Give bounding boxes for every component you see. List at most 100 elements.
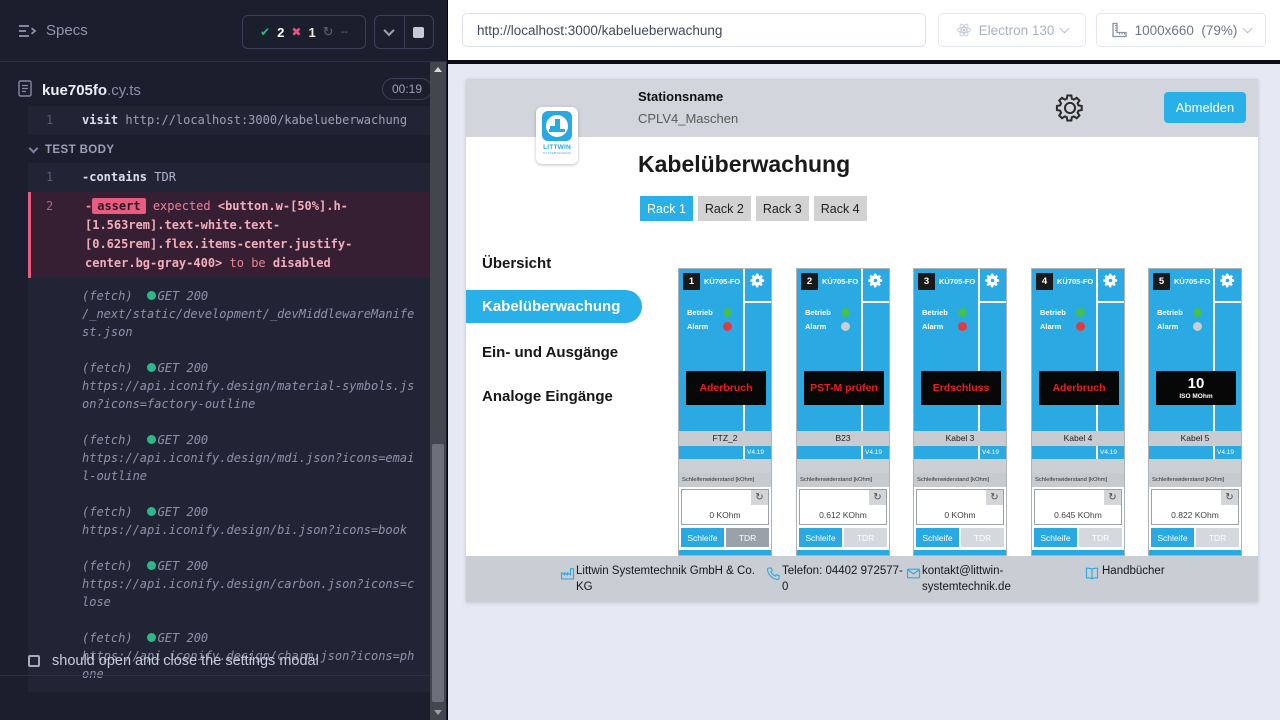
command-log: 1 visit http://localhost:3000/kabelueber…: [0, 106, 430, 692]
tab-rack-3[interactable]: Rack 3: [756, 196, 809, 221]
contact-email[interactable]: kontakt@littwin-systemtechnik.de: [922, 563, 1030, 595]
device-model: KÜ705-FO: [704, 277, 740, 286]
tab-rack-2[interactable]: Rack 2: [698, 196, 751, 221]
alarm-led: [723, 322, 732, 331]
phone-number: Telefon: 04402 972577-0: [782, 563, 904, 595]
alarm-led: [1076, 322, 1085, 331]
tdr-button-disabled[interactable]: TDR: [1196, 528, 1239, 547]
sidebar-item-kabelueberwachung[interactable]: Kabelüberwachung: [466, 290, 642, 323]
passed-icon: ✔: [260, 25, 270, 39]
network-log-row[interactable]: (fetch)GET 200 /_next/static/development…: [28, 278, 430, 350]
card-settings-icon[interactable]: [1219, 272, 1236, 289]
card-settings-icon[interactable]: [984, 272, 1001, 289]
schleife-button[interactable]: Schleife: [916, 528, 959, 547]
command-contains[interactable]: 1 -contains TDR: [28, 163, 430, 192]
test-body-header[interactable]: TEST BODY: [30, 144, 430, 156]
cable-name: Kabel 5: [1149, 431, 1241, 446]
tab-rack-1[interactable]: Rack 1: [640, 196, 693, 221]
sidebar-item-analoge-eingaenge[interactable]: Analoge Eingänge: [482, 388, 613, 405]
factory-icon: [560, 566, 575, 586]
refresh-icon[interactable]: ↻: [1104, 490, 1121, 505]
resistance-value: 0.822 KOhm: [1152, 510, 1238, 520]
betrieb-led: [1076, 308, 1085, 317]
url-toolbar: Electron 130 1000x660 (79%): [448, 0, 1280, 60]
failed-icon: ✖: [291, 25, 301, 39]
manuals-link[interactable]: Handbücher: [1102, 563, 1165, 579]
tdr-button-disabled[interactable]: TDR: [1079, 528, 1122, 547]
url-input[interactable]: [462, 13, 926, 47]
chevron-down-icon: [1060, 24, 1070, 34]
cypress-reporter-panel: Specs ✔ 2 ✖ 1 ↻ -- kue705fo.cy.ts 00:19: [0, 0, 448, 720]
slot-number: 4: [1036, 273, 1053, 290]
fetch-label: (fetch): [82, 559, 133, 573]
betrieb-led: [1193, 308, 1202, 317]
card-settings-icon[interactable]: [867, 272, 884, 289]
resistance-valuebox: ↻ 0.612 KOhm: [799, 489, 887, 525]
firmware-version: V4.19: [1100, 449, 1117, 456]
betrieb-led: [723, 308, 732, 317]
resistance-value: 0.612 KOhm: [800, 510, 886, 520]
fetch-label: (fetch): [82, 433, 133, 447]
device-card-5: 5 KÜ705-FO Betrieb Alarm 10 ISO MOhm Kab…: [1148, 268, 1242, 556]
resistance-value: 0.645 KOhm: [1035, 510, 1121, 520]
betrieb-label: Betrieb: [1040, 308, 1066, 317]
sidebar-item-ein-und-ausgaenge[interactable]: Ein- und Ausgänge: [482, 344, 618, 361]
network-log-row[interactable]: (fetch)GET 200 https://api.iconify.desig…: [28, 422, 430, 494]
tdr-button-disabled[interactable]: TDR: [961, 528, 1004, 547]
device-model: KÜ705-FO: [822, 277, 858, 286]
schleife-button[interactable]: Schleife: [1151, 528, 1194, 547]
test-stats[interactable]: ✔ 2 ✖ 1 ↻ --: [242, 15, 366, 49]
command-method: visit: [82, 113, 118, 127]
viewport-select[interactable]: 1000x660 (79%): [1096, 13, 1266, 47]
command-visit[interactable]: 1 visit http://localhost:3000/kabelueber…: [28, 106, 430, 135]
betrieb-label: Betrieb: [687, 308, 713, 317]
status-display: PST-M prüfen: [804, 371, 884, 405]
refresh-icon[interactable]: ↻: [751, 490, 768, 505]
refresh-icon[interactable]: ↻: [986, 490, 1003, 505]
card-settings-icon[interactable]: [1102, 272, 1119, 289]
network-log-row[interactable]: (fetch)GET 200 https://api.iconify.desig…: [28, 548, 430, 620]
cable-name: Kabel 4: [1032, 431, 1124, 446]
next-test-row[interactable]: should open and close the settings modal: [0, 646, 430, 676]
device-model: KÜ705-FO: [1057, 277, 1093, 286]
network-log-row[interactable]: (fetch)GET 200 https://api.iconify.desig…: [28, 350, 430, 422]
status-display: 10 ISO MOhm: [1156, 371, 1236, 405]
schleife-button[interactable]: Schleife: [799, 528, 842, 547]
betrieb-led: [841, 308, 850, 317]
spec-file-row[interactable]: kue705fo.cy.ts 00:19: [0, 76, 448, 108]
network-log-row[interactable]: (fetch)GET 200 https://api.iconify.desig…: [28, 494, 430, 548]
card-settings-icon[interactable]: [749, 272, 766, 289]
reporter-scrollbar[interactable]: [430, 62, 446, 720]
sidebar-item-uebersicht[interactable]: Übersicht: [482, 255, 551, 272]
resistance-label: Schleifenwiderstand [kOhm]: [1149, 473, 1241, 487]
collapse-button[interactable]: [375, 16, 404, 48]
command-url: http://localhost:3000/kabelueberwachung: [125, 113, 407, 127]
specs-list-icon[interactable]: [18, 24, 38, 43]
schleife-button[interactable]: Schleife: [681, 528, 724, 547]
fetch-status: GET 200: [158, 559, 209, 573]
slot-number: 2: [801, 273, 818, 290]
settings-gear-icon[interactable]: [1054, 92, 1086, 124]
resistance-valuebox: ↻ 0 KOhm: [916, 489, 1004, 525]
scroll-down-arrow[interactable]: [434, 710, 442, 715]
tdr-button[interactable]: TDR: [726, 528, 769, 547]
logout-button[interactable]: Abmelden: [1164, 92, 1246, 123]
tab-rack-4[interactable]: Rack 4: [814, 196, 867, 221]
book-icon: [1084, 566, 1100, 586]
firmware-version: V4.19: [865, 449, 882, 456]
scroll-up-arrow[interactable]: [434, 67, 442, 72]
browser-select[interactable]: Electron 130: [938, 13, 1086, 47]
refresh-icon[interactable]: ↻: [869, 490, 886, 505]
app-footer: Littwin Systemtechnik GmbH & Co. KG Tele…: [466, 556, 1258, 602]
stop-button[interactable]: [404, 16, 434, 48]
scrollbar-thumb[interactable]: [432, 444, 444, 702]
device-card-4: 4 KÜ705-FO Betrieb Alarm Aderbruch Kabel…: [1031, 268, 1125, 556]
slot-number: 5: [1153, 273, 1170, 290]
chevron-down-icon: [29, 144, 39, 154]
schleife-button[interactable]: Schleife: [1034, 528, 1077, 547]
refresh-icon[interactable]: ↻: [1221, 490, 1238, 505]
tdr-button-disabled[interactable]: TDR: [844, 528, 887, 547]
command-assert-failed[interactable]: 2 -assert expected <button.w-[50%].h-[1.…: [28, 192, 430, 278]
resistance-panel: Schleifenwiderstand [kOhm] ↻ 0 KOhm Schl…: [679, 473, 771, 556]
status-value: 10: [1188, 376, 1205, 391]
